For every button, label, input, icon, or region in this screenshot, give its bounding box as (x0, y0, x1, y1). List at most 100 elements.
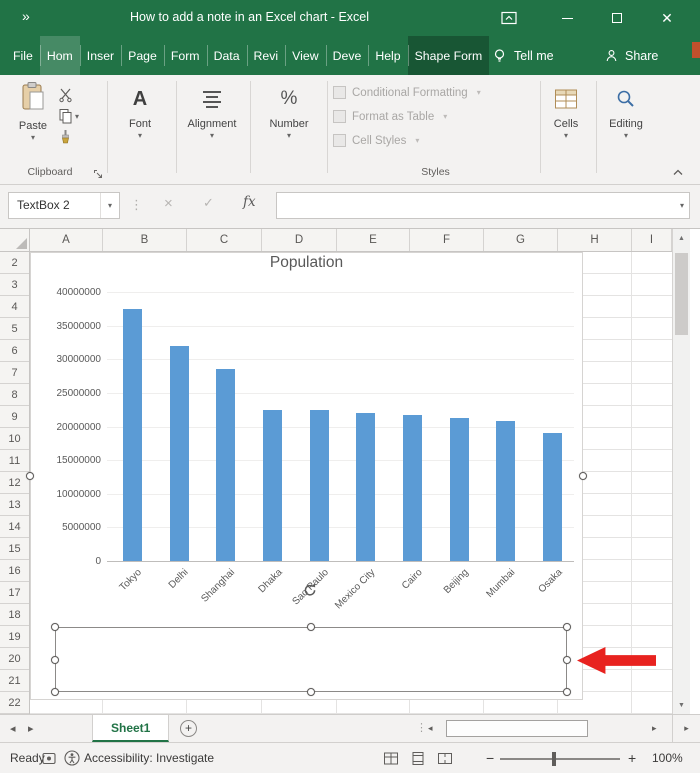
cancel-entry-icon[interactable]: × (164, 196, 173, 211)
tab-file[interactable]: File (6, 36, 40, 75)
chart-handle-middle-right[interactable] (579, 472, 587, 480)
confirm-entry-icon[interactable]: ✓ (203, 196, 214, 209)
accessibility-icon[interactable] (64, 750, 80, 769)
tab-form[interactable]: Form (164, 36, 207, 75)
note-textbox[interactable] (55, 627, 567, 692)
share-button[interactable]: Share (604, 36, 658, 75)
sheet-tab-sheet1[interactable]: Sheet1 (92, 715, 169, 742)
textbox-handle-bottom-middle[interactable] (307, 688, 315, 696)
font-group-button[interactable]: A Font ▾ (108, 81, 172, 140)
bar-beijing[interactable] (450, 418, 469, 561)
row-header-10[interactable]: 10 (0, 428, 29, 450)
tab-deve[interactable]: Deve (326, 36, 369, 75)
chevron-down-icon[interactable]: ▾ (680, 201, 684, 210)
tab-data[interactable]: Data (207, 36, 247, 75)
row-header-15[interactable]: 15 (0, 538, 29, 560)
row-header-14[interactable]: 14 (0, 516, 29, 538)
zoom-out-button[interactable]: − (486, 750, 494, 766)
row-header-21[interactable]: 21 (0, 670, 29, 692)
scroll-up-icon[interactable]: ▲ (673, 229, 690, 247)
zoom-level[interactable]: 100% (652, 751, 683, 765)
insert-function-button[interactable]: fx (243, 196, 256, 210)
row-header-11[interactable]: 11 (0, 450, 29, 472)
rotate-handle-icon[interactable] (302, 582, 318, 603)
chevron-down-icon[interactable]: ▾ (100, 193, 119, 218)
tab-revi[interactable]: Revi (247, 36, 286, 75)
bar-mexico-city[interactable] (356, 413, 375, 561)
normal-view-button[interactable] (382, 749, 400, 767)
page-break-view-button[interactable] (436, 749, 454, 767)
name-box[interactable]: TextBox 2 ▾ (8, 192, 120, 219)
tab-shape-form[interactable]: Shape Form (408, 36, 490, 75)
alignment-group-button[interactable]: Alignment ▾ (180, 81, 244, 140)
horizontal-scrollbar-thumb[interactable] (446, 720, 588, 737)
minimize-button[interactable] (542, 0, 592, 36)
vertical-scrollbar-thumb[interactable] (675, 253, 688, 335)
column-header-G[interactable]: G (484, 229, 558, 251)
column-header-F[interactable]: F (410, 229, 484, 251)
textbox-handle-top-middle[interactable] (307, 623, 315, 631)
chart-title[interactable]: Population (31, 254, 582, 272)
macro-record-icon[interactable] (42, 752, 56, 768)
maximize-button[interactable] (592, 0, 642, 36)
bar-shanghai[interactable] (216, 369, 235, 561)
row-header-8[interactable]: 8 (0, 384, 29, 406)
quick-access-overflow-icon[interactable]: » (22, 8, 30, 24)
row-header-13[interactable]: 13 (0, 494, 29, 516)
row-header-2[interactable]: 2 (0, 252, 29, 274)
row-header-3[interactable]: 3 (0, 274, 29, 296)
textbox-handle-middle-right[interactable] (563, 656, 571, 664)
vertical-scrollbar[interactable]: ▲ ▼ (672, 229, 690, 714)
row-header-6[interactable]: 6 (0, 340, 29, 362)
editing-group-button[interactable]: Editing ▾ (598, 81, 654, 140)
row-header-7[interactable]: 7 (0, 362, 29, 384)
styles-item-conditional-formatting[interactable]: Conditional Formatting▾ (333, 83, 538, 102)
zoom-in-button[interactable]: + (628, 750, 636, 766)
cells-group-button[interactable]: Cells ▾ (542, 81, 590, 140)
bar-cairo[interactable] (403, 415, 422, 561)
clipboard-dialog-launcher-icon[interactable] (93, 166, 103, 184)
bar-sao-paulo[interactable] (310, 410, 329, 561)
collapse-ribbon-button[interactable] (668, 165, 688, 179)
column-header-I[interactable]: I (632, 229, 672, 251)
tab-inser[interactable]: Inser (80, 36, 121, 75)
tab-view[interactable]: View (285, 36, 325, 75)
bar-tokyo[interactable] (123, 309, 142, 561)
row-header-9[interactable]: 9 (0, 406, 29, 428)
chart-handle-middle-left[interactable] (26, 472, 34, 480)
textbox-handle-bottom-left[interactable] (51, 688, 59, 696)
styles-item-format-as-table[interactable]: Format as Table▾ (333, 107, 538, 126)
column-header-C[interactable]: C (187, 229, 262, 251)
ribbon-display-options-icon[interactable] (500, 9, 518, 27)
accessibility-status[interactable]: Accessibility: Investigate (84, 751, 214, 765)
tab-hom[interactable]: Hom (40, 36, 80, 75)
number-group-button[interactable]: % Number ▾ (257, 81, 321, 140)
textbox-handle-bottom-right[interactable] (563, 688, 571, 696)
row-header-22[interactable]: 22 (0, 692, 29, 714)
row-header-20[interactable]: 20 (0, 648, 29, 670)
textbox-handle-middle-left[interactable] (51, 656, 59, 664)
row-header-16[interactable]: 16 (0, 560, 29, 582)
copy-button[interactable]: ▾ (58, 105, 94, 126)
column-header-A[interactable]: A (30, 229, 103, 251)
sheet-nav-left-icon[interactable]: ◂ (10, 722, 16, 736)
close-button[interactable]: ✕ (642, 0, 692, 36)
bar-dhaka[interactable] (263, 410, 282, 561)
new-sheet-button[interactable]: + (180, 720, 197, 737)
bar-delhi[interactable] (170, 346, 189, 561)
row-header-18[interactable]: 18 (0, 604, 29, 626)
row-header-19[interactable]: 19 (0, 626, 29, 648)
column-header-E[interactable]: E (337, 229, 410, 251)
column-header-H[interactable]: H (558, 229, 632, 251)
bar-osaka[interactable] (543, 433, 562, 561)
row-header-12[interactable]: 12 (0, 472, 29, 494)
cut-button[interactable] (58, 84, 94, 105)
row-header-5[interactable]: 5 (0, 318, 29, 340)
row-header-17[interactable]: 17 (0, 582, 29, 604)
textbox-handle-top-left[interactable] (51, 623, 59, 631)
tab-page[interactable]: Page (121, 36, 164, 75)
zoom-slider-track[interactable] (500, 758, 620, 760)
scroll-right-icon[interactable]: ▸ (652, 723, 657, 734)
format-painter-button[interactable] (58, 126, 94, 147)
row-header-4[interactable]: 4 (0, 296, 29, 318)
